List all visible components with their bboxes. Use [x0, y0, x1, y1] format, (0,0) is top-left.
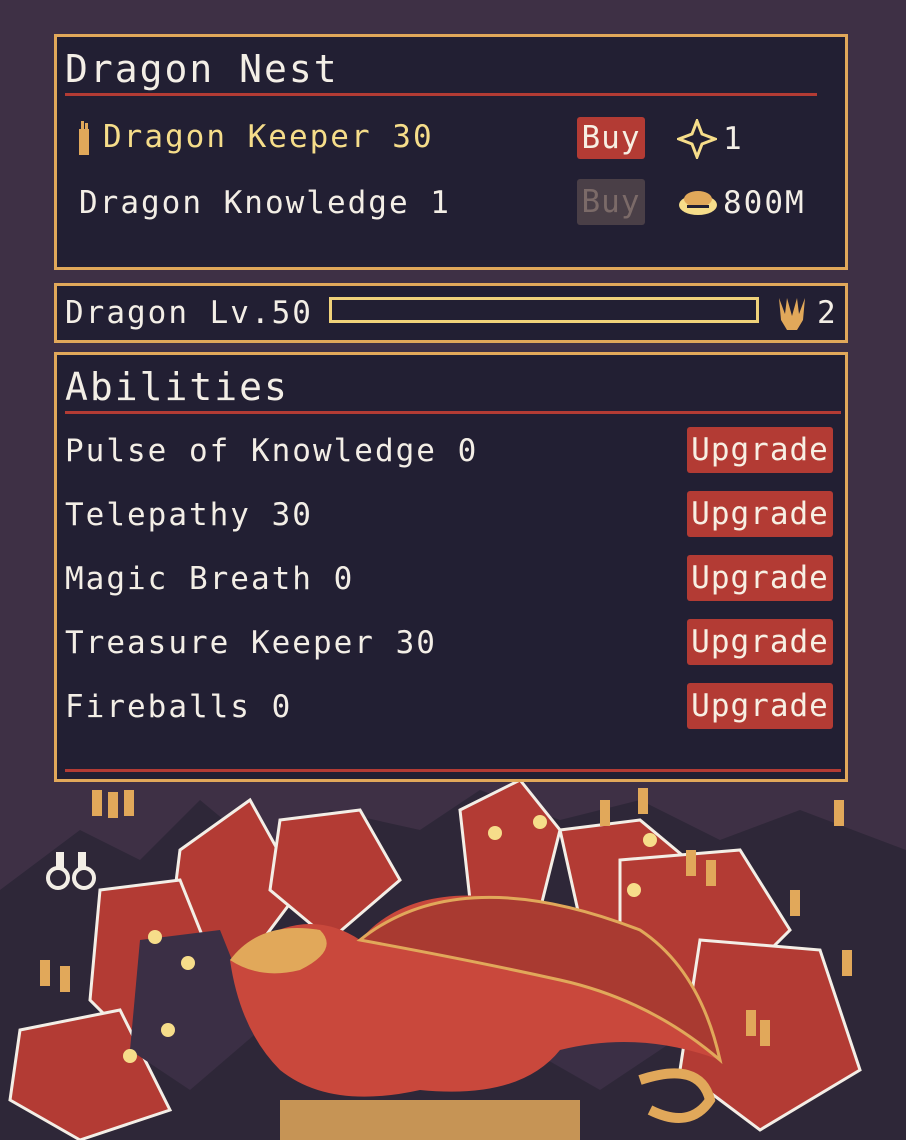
keeper-icon	[79, 121, 89, 155]
upgrade-treasure-keeper-button[interactable]: Upgrade	[687, 619, 833, 665]
buy-dragon-keeper-button[interactable]: Buy	[577, 117, 645, 159]
dragon-claw-icon	[779, 298, 805, 330]
ability-label: Treasure Keeper 30	[65, 625, 437, 661]
keeper-cost: 1	[723, 121, 744, 157]
dragon-level-label: Dragon Lv.50	[65, 295, 313, 331]
knowledge-cost: 800M	[723, 185, 806, 221]
abilities-panel: Abilities Pulse of Knowledge 0 Upgrade T…	[54, 352, 848, 782]
ability-label: Magic Breath 0	[65, 561, 355, 597]
abilities-bottom-divider	[65, 769, 841, 772]
upgrade-fireballs-button[interactable]: Upgrade	[687, 683, 833, 729]
abilities-divider	[65, 411, 841, 414]
buy-dragon-knowledge-button[interactable]: Buy	[577, 179, 645, 225]
upgrade-telepathy-button[interactable]: Upgrade	[687, 491, 833, 537]
title-divider	[65, 93, 817, 96]
dragon-lair-scene	[0, 770, 906, 1140]
upgrade-magic-breath-button[interactable]: Upgrade	[687, 555, 833, 601]
gold-coins-icon	[679, 191, 717, 215]
abilities-title: Abilities	[65, 365, 289, 409]
dragon-nest-panel: Dragon Nest Dragon Keeper 30 Buy 1 Drago…	[54, 34, 848, 270]
sparkle-icon	[677, 119, 717, 159]
upgrade-pulse-of-knowledge-button[interactable]: Upgrade	[687, 427, 833, 473]
panel-title: Dragon Nest	[65, 47, 339, 91]
ability-label: Telepathy 30	[65, 497, 313, 533]
dragon-level-panel: Dragon Lv.50 2	[54, 283, 848, 343]
treasure-pile	[280, 1100, 580, 1140]
dragon-knowledge-label: Dragon Knowledge 1	[79, 185, 451, 221]
dragon-keeper-label: Dragon Keeper 30	[103, 119, 434, 155]
claw-count: 2	[817, 295, 838, 331]
ability-label: Pulse of Knowledge 0	[65, 433, 479, 469]
dragon-xp-progress-bar	[329, 297, 759, 323]
ability-label: Fireballs 0	[65, 689, 293, 725]
